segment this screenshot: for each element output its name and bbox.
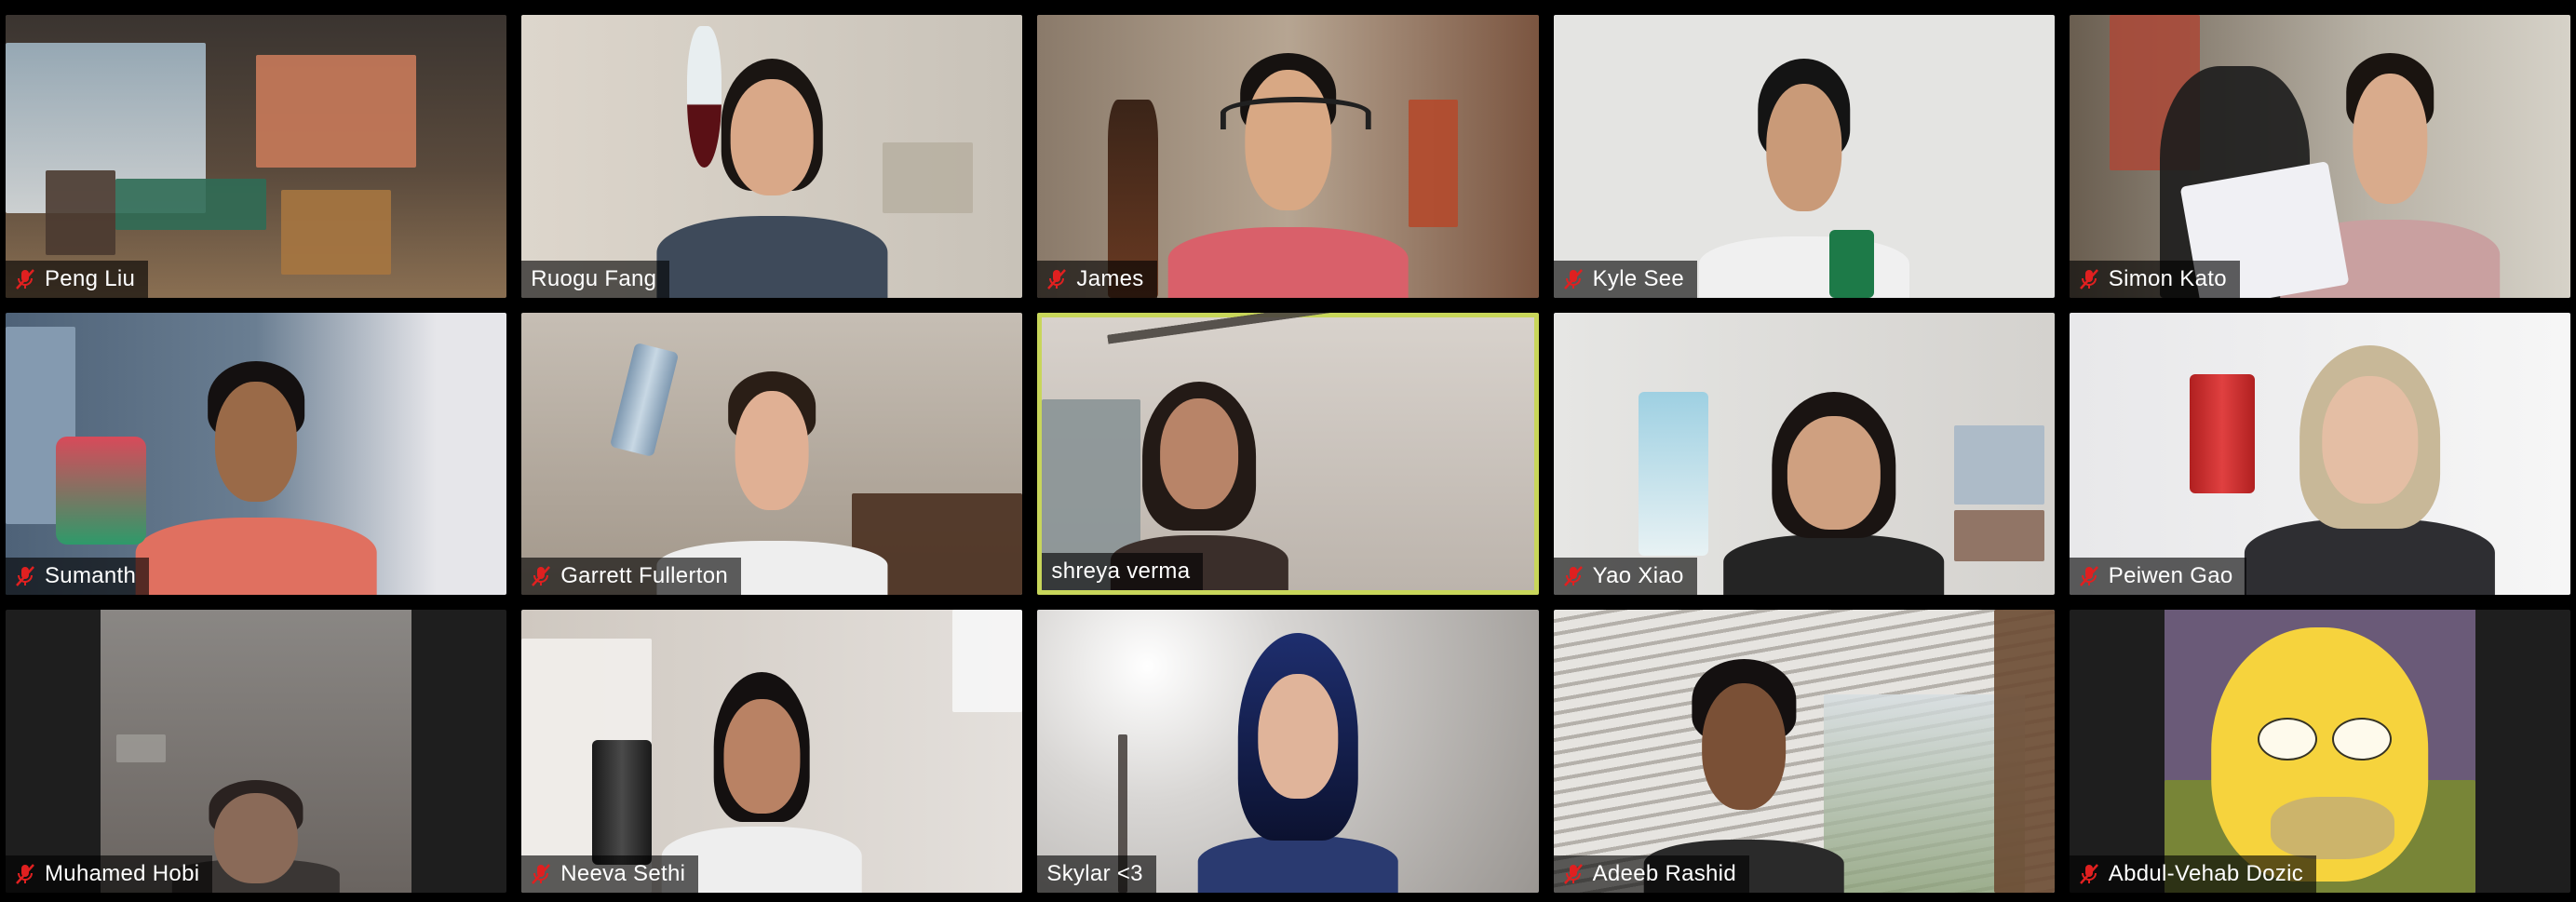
muted-mic-icon xyxy=(16,268,34,289)
video-grid: Peng Liu Ruogu Fang James Kyle See Simon… xyxy=(0,0,2576,902)
participant-name-label: shreya verma xyxy=(1042,553,1204,591)
video-tile[interactable]: Kyle See xyxy=(1553,15,2055,298)
video-tile-active-speaker[interactable]: shreya verma xyxy=(1037,312,1539,596)
participant-name: Simon Kato xyxy=(2108,265,2227,291)
video-feed xyxy=(2069,15,2570,298)
video-tile[interactable]: Neeva Sethi xyxy=(521,610,1023,893)
participant-name: Adeeb Rashid xyxy=(1592,860,1736,886)
participant-name-label: Skylar <3 xyxy=(1037,855,1156,893)
participant-name: Neeva Sethi xyxy=(560,860,686,886)
participant-name-label: Kyle See xyxy=(1553,260,1698,298)
video-feed xyxy=(101,610,411,893)
video-feed xyxy=(1553,312,2055,596)
participant-name: Kyle See xyxy=(1592,265,1685,291)
participant-name: Sumanth xyxy=(45,563,137,589)
muted-mic-icon xyxy=(16,864,34,884)
participant-name-label: James xyxy=(1037,260,1157,298)
participant-name-label: Peng Liu xyxy=(6,260,149,298)
muted-mic-icon xyxy=(532,864,551,884)
video-tile[interactable]: Muhamed Hobi xyxy=(6,610,507,893)
video-tile[interactable]: Ruogu Fang xyxy=(521,15,1023,298)
participant-name: Ruogu Fang xyxy=(531,265,657,291)
video-tile[interactable]: Sumanth xyxy=(6,312,507,596)
video-feed xyxy=(2165,610,2475,893)
participant-name: Garrett Fullerton xyxy=(560,563,729,589)
video-feed xyxy=(1042,312,1534,591)
video-feed xyxy=(2069,312,2570,596)
video-feed xyxy=(1553,15,2055,298)
video-tile[interactable]: Yao Xiao xyxy=(1553,312,2055,596)
participant-name-label: Simon Kato xyxy=(2069,260,2240,298)
participant-name-label: Garrett Fullerton xyxy=(521,558,742,596)
muted-mic-icon xyxy=(2079,566,2098,587)
participant-name: Yao Xiao xyxy=(1592,563,1684,589)
muted-mic-icon xyxy=(16,566,34,587)
video-tile[interactable]: Peiwen Gao xyxy=(2069,312,2570,596)
video-tile[interactable]: Adeeb Rashid xyxy=(1553,610,2055,893)
video-tile[interactable]: Skylar <3 xyxy=(1037,610,1539,893)
participant-name-label: Peiwen Gao xyxy=(2069,558,2246,596)
video-feed xyxy=(1037,15,1539,298)
participant-name: shreya verma xyxy=(1051,559,1191,585)
muted-mic-icon xyxy=(2079,268,2098,289)
participant-name-label: Abdul-Vehab Dozic xyxy=(2069,855,2317,893)
video-feed xyxy=(521,312,1023,596)
video-tile[interactable]: Simon Kato xyxy=(2069,15,2570,298)
participant-name-label: Sumanth xyxy=(6,558,150,596)
video-feed xyxy=(1553,610,2055,893)
participant-name: Muhamed Hobi xyxy=(45,860,200,886)
participant-name: Peng Liu xyxy=(45,265,136,291)
muted-mic-icon xyxy=(532,566,551,587)
participant-name-label: Muhamed Hobi xyxy=(6,855,213,893)
muted-mic-icon xyxy=(1047,268,1067,289)
video-tile[interactable]: Peng Liu xyxy=(6,15,507,298)
muted-mic-icon xyxy=(1563,566,1583,587)
video-feed xyxy=(6,15,507,298)
participant-name: James xyxy=(1076,265,1144,291)
muted-mic-icon xyxy=(1563,268,1583,289)
video-feed xyxy=(1037,610,1539,893)
participant-name-label: Adeeb Rashid xyxy=(1553,855,1749,893)
participant-name-label: Ruogu Fang xyxy=(521,260,670,298)
participant-name: Peiwen Gao xyxy=(2108,563,2233,589)
participant-name-label: Yao Xiao xyxy=(1553,558,1697,596)
muted-mic-icon xyxy=(1563,864,1583,884)
video-tile[interactable]: James xyxy=(1037,15,1539,298)
video-feed xyxy=(6,312,507,596)
participant-name: Skylar <3 xyxy=(1046,860,1143,886)
video-feed xyxy=(521,610,1023,893)
muted-mic-icon xyxy=(2079,864,2098,884)
video-tile[interactable]: Abdul-Vehab Dozic xyxy=(2069,610,2570,893)
participant-name: Abdul-Vehab Dozic xyxy=(2108,860,2304,886)
video-feed xyxy=(521,15,1023,298)
video-tile[interactable]: Garrett Fullerton xyxy=(521,312,1023,596)
participant-name-label: Neeva Sethi xyxy=(521,855,699,893)
